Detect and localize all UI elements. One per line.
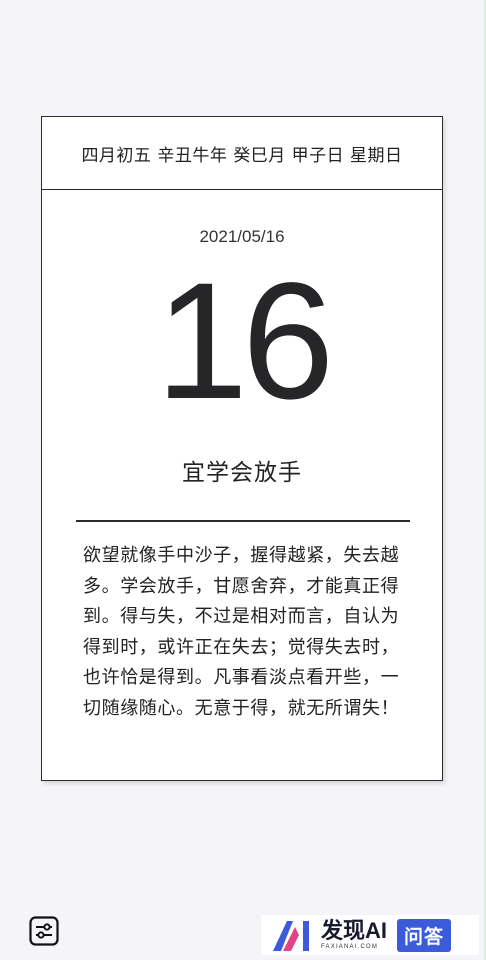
day-number: 16	[155, 249, 335, 434]
watermark-badge: 问答	[397, 918, 452, 952]
lunar-date-bar: 四月初五 辛丑牛年 癸巳月 甲子日 星期日	[42, 117, 442, 190]
calendar-card: 四月初五 辛丑牛年 癸巳月 甲子日 星期日 2021/05/16 16 宜学会放…	[41, 116, 443, 781]
faxianai-logo-icon	[273, 921, 309, 951]
daily-quote: 欲望就像手中沙子，握得越紧，失去越多。学会放手，甘愿舍弃，才能真正得到。得与失，…	[83, 545, 400, 719]
gregorian-date: 2021/05/16	[199, 227, 285, 246]
daily-motto: 宜学会放手	[182, 460, 302, 486]
watermark-name: 发现AI	[321, 918, 388, 943]
lunar-date-text: 四月初五 辛丑牛年 癸巳月 甲子日 星期日	[81, 145, 403, 166]
watermark-domain: FAXIANAI.COM	[321, 944, 379, 950]
watermark-logo: 发现AI FAXIANAI.COM 问答	[261, 915, 479, 955]
settings-button[interactable]	[29, 916, 59, 946]
divider	[76, 520, 410, 522]
sliders-icon	[29, 916, 59, 946]
